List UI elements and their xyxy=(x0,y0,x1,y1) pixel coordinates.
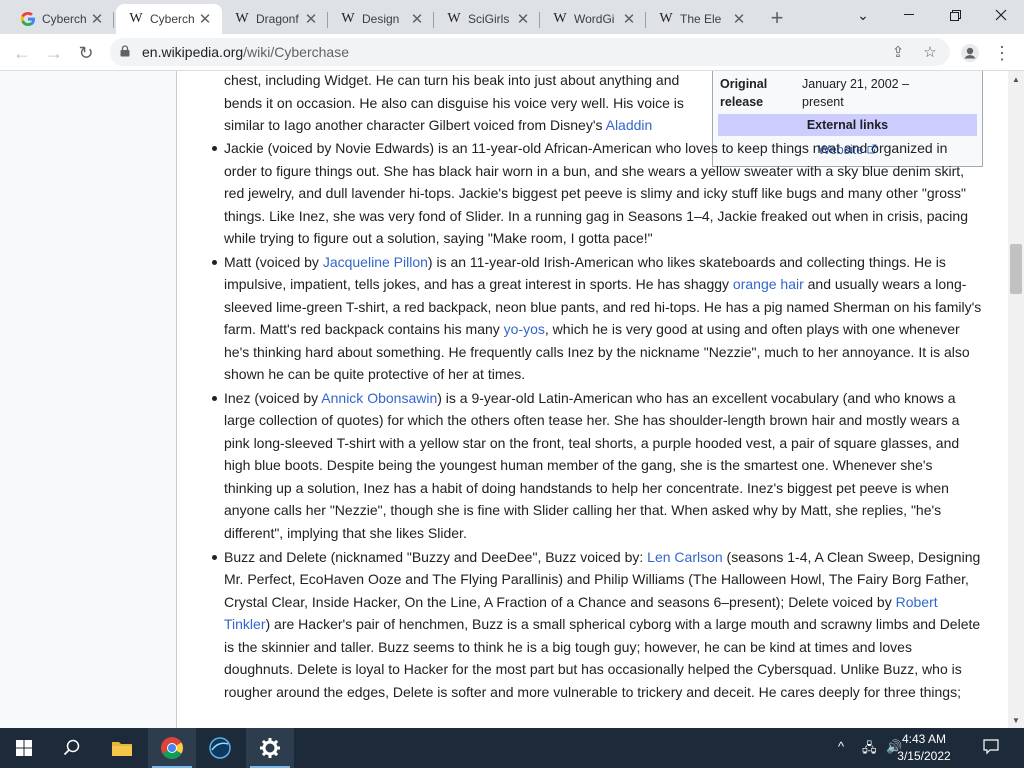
tab-title: WordGi xyxy=(574,12,615,26)
tab-title: SciGirls xyxy=(468,12,510,26)
text-run: Jackie (voiced by Novie Edwards) is an 1… xyxy=(224,140,968,247)
browser-toolbar: ← → ↻ en.wikipedia.org/wiki/Cyberchase ⇪… xyxy=(0,34,1024,71)
forward-icon[interactable]: → xyxy=(40,39,68,67)
article-body: Original release January 21, 2002 – pres… xyxy=(176,71,1008,728)
tab-search-icon[interactable]: ⌄ xyxy=(840,0,886,30)
bookmark-star-icon[interactable]: ☆ xyxy=(920,42,940,62)
wikipedia-icon: W xyxy=(659,11,673,26)
clock-date: 3/15/2022 xyxy=(897,749,951,763)
character-list-section: chest, including Widget. He can turn his… xyxy=(212,71,984,704)
url-path: /wiki/Cyberchase xyxy=(243,44,349,60)
share-icon[interactable]: ⇪ xyxy=(888,42,908,62)
scroll-down-icon[interactable]: ▼ xyxy=(1008,714,1024,726)
tab-divider xyxy=(113,12,114,28)
google-icon xyxy=(20,11,36,27)
close-tab-icon[interactable]: ✕ xyxy=(408,10,426,28)
lock-icon xyxy=(120,45,130,57)
list-item-jackie: Jackie (voiced by Novie Edwards) is an 1… xyxy=(212,137,984,250)
link-yo-yos[interactable]: yo-yos xyxy=(504,321,545,337)
wikipedia-icon: W xyxy=(341,11,355,26)
text-run: Inez (voiced by xyxy=(224,389,322,406)
close-tab-icon[interactable]: ✕ xyxy=(302,10,320,28)
link-jacqueline-pillon[interactable]: Jacqueline Pillon xyxy=(323,254,428,270)
link-aladdin[interactable]: Aladdin xyxy=(606,117,653,133)
clock-time: 4:43 AM xyxy=(901,732,947,746)
address-bar[interactable]: en.wikipedia.org/wiki/Cyberchase ⇪ ☆ xyxy=(110,38,950,66)
paragraph-continuation: chest, including Widget. He can turn his… xyxy=(224,71,684,137)
text-run: Buzz and Delete (nicknamed "Buzzy and De… xyxy=(224,548,648,565)
close-tab-icon[interactable]: ✕ xyxy=(88,10,106,28)
reload-icon[interactable]: ↻ xyxy=(72,39,100,67)
tab-title: The Ele xyxy=(680,12,722,26)
restore-icon[interactable] xyxy=(932,0,978,30)
taskbar-clock[interactable]: 4:43 AM 3/15/2022 xyxy=(896,731,952,765)
close-tab-icon[interactable]: ✕ xyxy=(730,10,748,28)
link-len-carlson[interactable]: Len Carlson xyxy=(647,549,723,565)
close-tab-icon[interactable]: ✕ xyxy=(620,10,638,28)
wikipedia-icon: W xyxy=(235,11,249,26)
wikipedia-icon: W xyxy=(553,11,567,26)
tab-title: Cyberch xyxy=(42,12,87,26)
notifications-icon[interactable] xyxy=(982,737,1000,758)
tab-3[interactable]: W Design ✕ xyxy=(328,4,434,34)
search-icon[interactable] xyxy=(48,728,96,768)
wikipedia-icon: W xyxy=(447,11,461,26)
menu-icon[interactable]: ⋮ xyxy=(988,39,1016,67)
wikipedia-icon: W xyxy=(129,11,143,26)
list-item-buzz-delete: Buzz and Delete (nicknamed "Buzzy and De… xyxy=(212,546,984,704)
list-item-matt: Matt (voiced by Jacqueline Pillon) is an… xyxy=(212,251,984,386)
windows-start-icon[interactable] xyxy=(0,728,48,768)
close-tab-icon[interactable]: ✕ xyxy=(196,10,214,28)
taskbar: ^ 🖧 🔊 4:43 AM 3/15/2022 xyxy=(0,728,1024,768)
tab-title: Design xyxy=(362,12,400,26)
tab-title: Cyberch xyxy=(150,12,195,26)
text-run: ) is a 9-year-old Latin-American who has… xyxy=(224,389,960,541)
text-run: ) are Hacker's pair of henchmen, Buzz is… xyxy=(224,616,981,700)
minimize-icon[interactable] xyxy=(886,0,932,30)
chrome-taskbar-icon[interactable] xyxy=(148,728,196,768)
app-globe-icon[interactable] xyxy=(196,728,244,768)
link-orange-hair[interactable]: orange hair xyxy=(733,276,804,292)
character-list: Jackie (voiced by Novie Edwards) is an 1… xyxy=(212,137,984,704)
page-viewport: Original release January 21, 2002 – pres… xyxy=(0,71,1024,728)
settings-gear-icon[interactable] xyxy=(246,728,294,768)
scrollbar-thumb[interactable] xyxy=(1010,244,1022,294)
url-host: en.wikipedia.org xyxy=(142,44,244,60)
text-run: Matt (voiced by xyxy=(224,253,323,270)
tab-5[interactable]: W WordGi ✕ xyxy=(540,4,646,34)
tab-title: Dragonf xyxy=(256,12,299,26)
tab-0[interactable]: Cyberch ✕ xyxy=(8,4,114,34)
network-icon[interactable]: 🖧 xyxy=(862,739,877,761)
tab-strip: Cyberch ✕ W Cyberch ✕ W Dragonf ✕ W Desi… xyxy=(0,0,1024,34)
file-explorer-icon[interactable] xyxy=(98,728,146,768)
url-text: en.wikipedia.org/wiki/Cyberchase xyxy=(142,44,349,60)
tab-1-active[interactable]: W Cyberch ✕ xyxy=(116,4,222,34)
scroll-up-icon[interactable]: ▲ xyxy=(1008,73,1024,85)
vertical-scrollbar[interactable]: ▲ ▼ xyxy=(1008,71,1024,728)
tab-4[interactable]: W SciGirls ✕ xyxy=(434,4,540,34)
new-tab-icon[interactable]: + xyxy=(764,5,790,30)
close-tab-icon[interactable]: ✕ xyxy=(514,10,532,28)
tray-chevron-icon[interactable]: ^ xyxy=(838,739,844,754)
tab-2[interactable]: W Dragonf ✕ xyxy=(222,4,328,34)
tab-6[interactable]: W The Ele ✕ xyxy=(646,4,756,34)
link-annick-obonsawin[interactable]: Annick Obonsawin xyxy=(321,390,437,406)
list-item-inez: Inez (voiced by Annick Obonsawin) is a 9… xyxy=(212,387,984,545)
back-icon[interactable]: ← xyxy=(8,39,36,67)
profile-icon[interactable] xyxy=(956,39,984,67)
close-window-icon[interactable] xyxy=(978,0,1024,30)
